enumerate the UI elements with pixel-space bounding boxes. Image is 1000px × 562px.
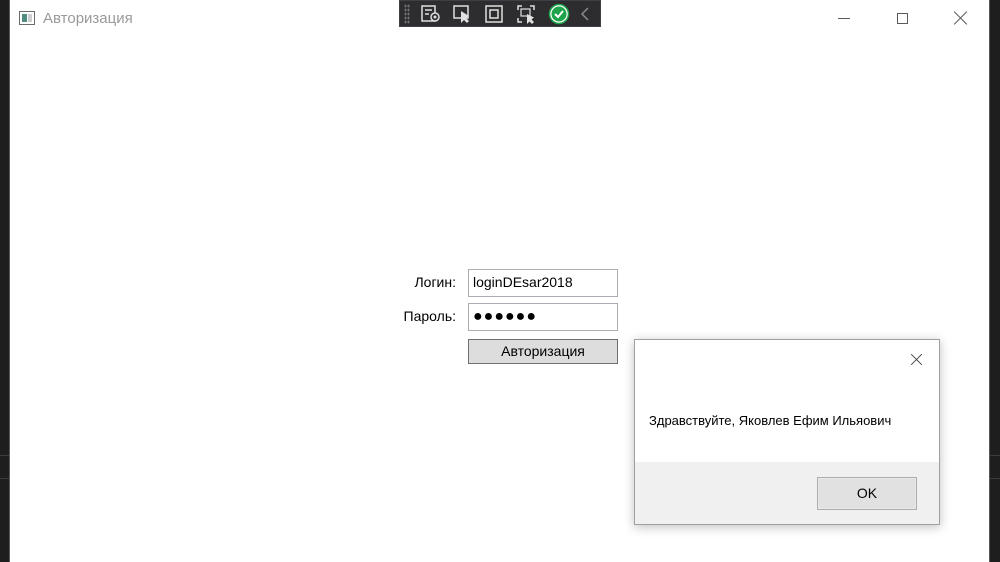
password-input[interactable]: ●●●●●● — [468, 303, 618, 331]
display-layout-adorners-icon[interactable] — [480, 2, 510, 26]
collapse-toolbar-icon[interactable] — [576, 2, 594, 26]
select-element-icon[interactable] — [448, 2, 478, 26]
login-button[interactable]: Авторизация — [468, 339, 618, 364]
message-box-dialog: Здравствуйте, Яковлев Ефим Ильяович OK — [634, 339, 940, 525]
dialog-footer: OK — [635, 462, 939, 524]
login-label: Логин: — [414, 274, 456, 290]
minimize-button[interactable] — [821, 0, 867, 36]
xaml-debug-toolbar — [399, 0, 601, 27]
minimize-icon — [838, 17, 850, 19]
live-visual-tree-icon[interactable] — [416, 2, 446, 26]
ok-button[interactable]: OK — [817, 477, 917, 510]
track-focused-element-icon[interactable] — [512, 2, 542, 26]
maximize-button[interactable] — [879, 0, 925, 36]
greeting-message: Здравствуйте, Яковлев Ефим Ильяович — [649, 413, 892, 428]
app-window-icon — [19, 11, 35, 25]
window-title: Авторизация — [43, 10, 133, 27]
hot-reload-status-icon[interactable] — [544, 2, 574, 26]
login-input[interactable]: loginDEsar2018 — [468, 269, 618, 297]
password-label: Пароль: — [403, 308, 456, 324]
close-icon — [954, 11, 968, 25]
close-button[interactable] — [938, 0, 984, 36]
dialog-close-icon[interactable] — [907, 350, 927, 370]
maximize-icon — [896, 12, 908, 24]
toolbar-grip[interactable] — [404, 3, 410, 24]
